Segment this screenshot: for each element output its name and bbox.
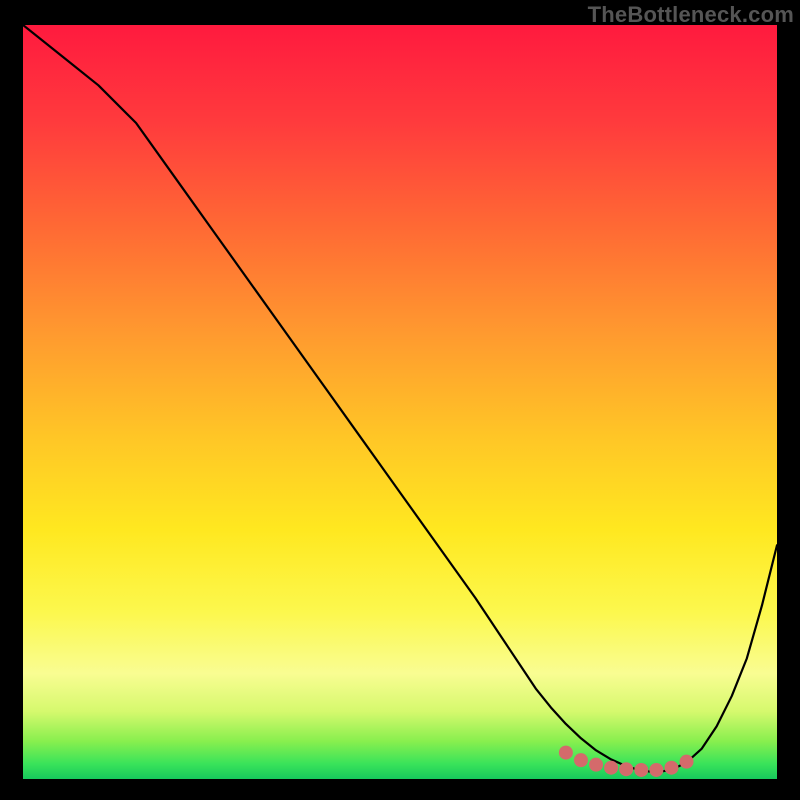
optimal-dot-8 (680, 755, 694, 769)
optimal-dot-7 (664, 761, 678, 775)
chart-stage: TheBottleneck.com (0, 0, 800, 800)
curve-layer (23, 25, 777, 779)
plot-area (23, 25, 777, 779)
optimal-dot-4 (619, 762, 633, 776)
optimal-dot-1 (574, 753, 588, 767)
optimal-range-dots-group (559, 746, 694, 777)
optimal-dot-2 (589, 758, 603, 772)
optimal-dot-5 (634, 763, 648, 777)
watermark-text: TheBottleneck.com (588, 2, 794, 28)
optimal-dot-6 (649, 763, 663, 777)
optimal-dot-3 (604, 761, 618, 775)
optimal-dot-0 (559, 746, 573, 760)
bottleneck-curve-line (23, 25, 777, 772)
